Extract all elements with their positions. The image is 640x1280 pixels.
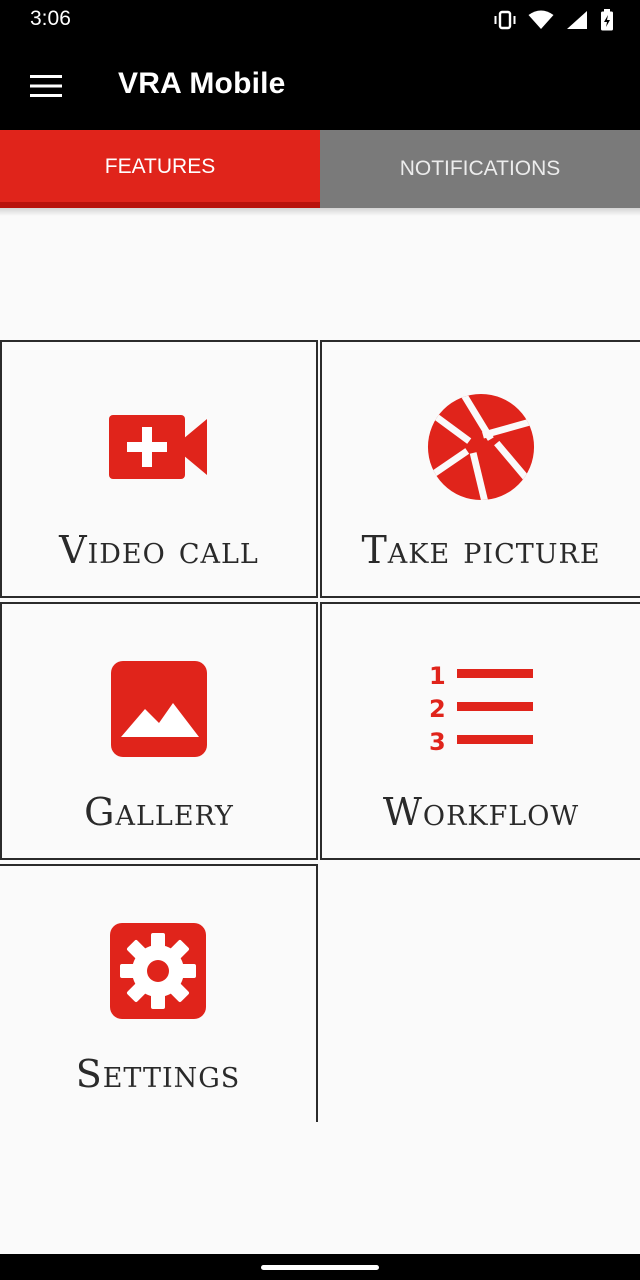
tab-bar: FEATURES NOTIFICATIONS [0,130,640,208]
menu-icon [30,75,62,97]
system-nav-bar [0,1254,640,1280]
svg-text:3: 3 [429,728,446,754]
wifi-icon [528,10,554,29]
status-time: 3:06 [30,7,71,30]
workflow-label: Workflow [382,790,580,834]
status-bar: 3:06 [0,0,640,40]
svg-text:2: 2 [429,695,446,723]
menu-button[interactable] [22,66,70,106]
video-call-label: Video call [59,528,259,572]
gallery-label: Gallery [84,790,234,834]
app-bar: VRA Mobile [0,40,640,130]
gallery-icon [104,654,214,764]
video-call-icon [104,392,214,502]
tab-features[interactable]: FEATURES [0,130,320,208]
battery-icon [601,9,613,31]
take-picture-label: Take picture [361,528,601,572]
settings-tile[interactable]: Settings [0,864,318,1122]
app-title: VRA Mobile [118,67,286,100]
settings-gear-icon [103,916,213,1026]
svg-text:1: 1 [429,664,446,690]
settings-label: Settings [75,1052,241,1096]
vibrate-icon [494,10,516,30]
tab-notifications-label: NOTIFICATIONS [399,157,561,180]
home-gesture-handle[interactable] [261,1265,379,1270]
gallery-tile[interactable]: Gallery [0,602,318,860]
camera-shutter-icon [426,392,536,502]
video-call-tile[interactable]: Video call [0,340,318,598]
tab-shadow [0,208,640,216]
tab-features-label: FEATURES [104,155,216,178]
status-icons [494,8,614,32]
signal-icon [567,11,587,29]
workflow-tile[interactable]: 1 2 3 Workflow [320,602,640,860]
tab-notifications[interactable]: NOTIFICATIONS [320,130,640,208]
workflow-list-icon: 1 2 3 [426,654,536,764]
take-picture-tile[interactable]: Take picture [320,340,640,598]
